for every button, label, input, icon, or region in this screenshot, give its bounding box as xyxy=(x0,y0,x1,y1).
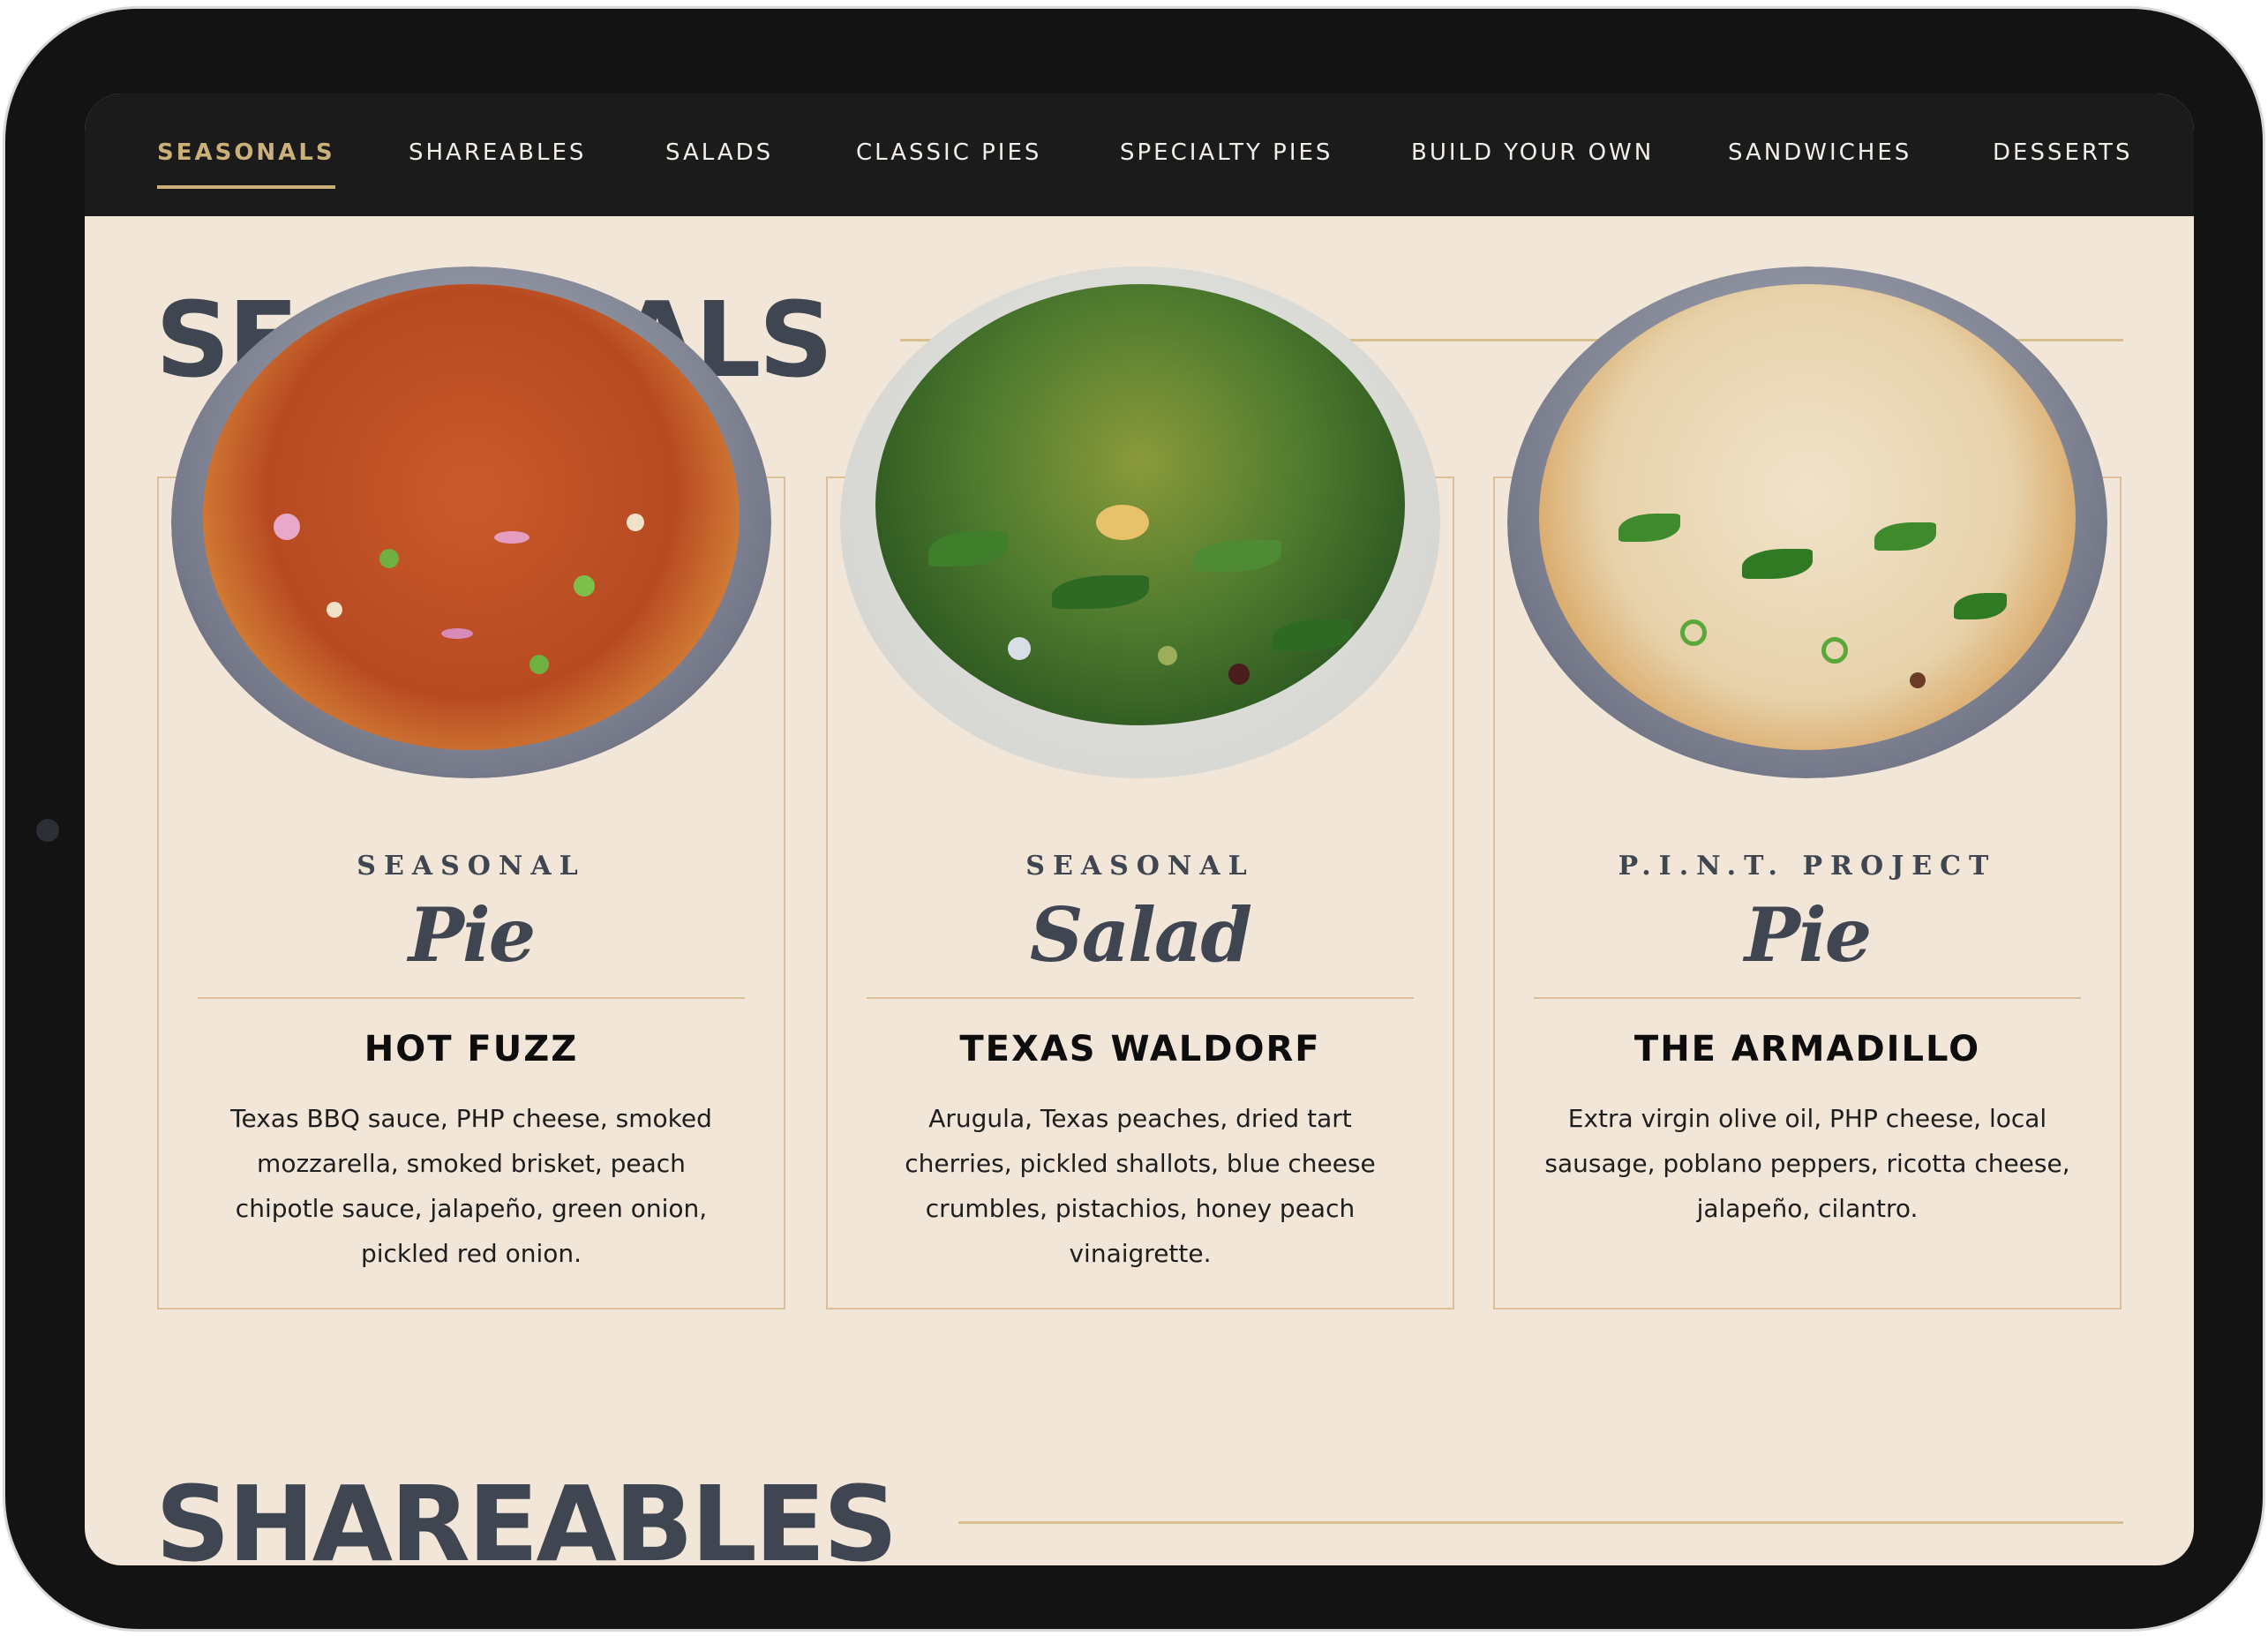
salad-image xyxy=(840,266,1440,778)
card-divider xyxy=(867,997,1414,999)
menu-card[interactable]: P.I.N.T. PROJECT Pie THE ARMADILLO Extra… xyxy=(1493,266,2122,1310)
dish-description: Texas BBQ sauce, PHP cheese, smoked mozz… xyxy=(230,1104,712,1268)
nav-item-seasonals[interactable]: SEASONALS xyxy=(157,139,335,189)
card-type: Pie xyxy=(408,891,537,979)
section-rule xyxy=(958,1521,2123,1524)
card-divider xyxy=(1534,997,2081,999)
menu-nav: SEASONALS SHAREABLES SALADS CLASSIC PIES… xyxy=(85,94,2194,216)
dish-name: THE ARMADILLO xyxy=(1633,1029,1981,1069)
menu-card[interactable]: SEASONAL Salad TEXAS WALDORF Arugula, Te… xyxy=(826,266,1454,1310)
dish-description: Extra virgin olive oil, PHP cheese, loca… xyxy=(1544,1104,2070,1223)
nav-item-specialty-pies[interactable]: SPECIALTY PIES xyxy=(1120,139,1333,166)
pizza-image xyxy=(171,266,771,778)
nav-item-desserts[interactable]: DESSERTS xyxy=(1993,139,2132,166)
dish-name: TEXAS WALDORF xyxy=(959,1029,1321,1069)
card-type: Pie xyxy=(1744,891,1873,979)
tablet-frame: SEASONALS SHAREABLES SALADS CLASSIC PIES… xyxy=(5,9,2263,1629)
screen: SEASONALS SHAREABLES SALADS CLASSIC PIES… xyxy=(85,94,2194,1565)
nav-item-shareables[interactable]: SHAREABLES xyxy=(409,139,586,166)
card-type: Salad xyxy=(1029,891,1252,979)
dish-description: Arugula, Texas peaches, dried tart cherr… xyxy=(905,1104,1376,1268)
pizza-image xyxy=(1507,266,2107,778)
menu-card[interactable]: SEASONAL Pie HOT FUZZ Texas BBQ sauce, P… xyxy=(157,266,785,1310)
nav-item-build-your-own[interactable]: BUILD YOUR OWN xyxy=(1411,139,1654,166)
card-category: SEASONAL xyxy=(1025,851,1255,882)
dish-name: HOT FUZZ xyxy=(364,1029,579,1069)
nav-item-classic-pies[interactable]: CLASSIC PIES xyxy=(856,139,1041,166)
card-category: SEASONAL xyxy=(357,851,586,882)
card-category: P.I.N.T. PROJECT xyxy=(1618,851,1997,882)
nav-item-salads[interactable]: SALADS xyxy=(665,139,773,166)
front-camera xyxy=(36,819,59,842)
card-divider xyxy=(198,997,745,999)
section-title-shareables: SHAREABLES xyxy=(155,1463,898,1565)
nav-item-sandwiches[interactable]: SANDWICHES xyxy=(1728,139,1911,166)
